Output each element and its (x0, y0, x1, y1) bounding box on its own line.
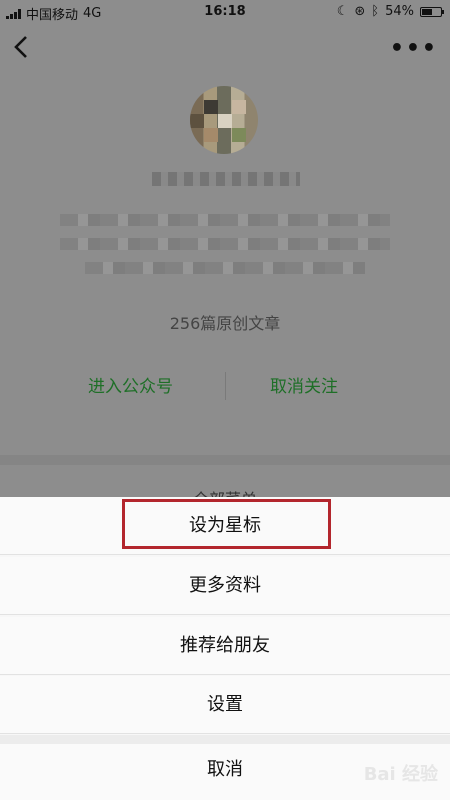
actions-divider (225, 372, 226, 400)
articles-count: 256篇原创文章 (169, 314, 281, 333)
enter-account-link[interactable]: 进入公众号 (88, 372, 173, 397)
settings-button[interactable]: 设置 (0, 676, 450, 734)
avatar (190, 86, 258, 154)
description-blurred-line (60, 214, 390, 226)
profile-actions: 进入公众号 取消关注 (0, 372, 450, 400)
back-icon[interactable] (10, 34, 32, 60)
moon-icon: ☾ (336, 4, 349, 19)
unfollow-link[interactable]: 取消关注 (270, 372, 338, 397)
sheet-gap (0, 735, 450, 744)
bluetooth-icon: ᛒ (371, 4, 380, 19)
battery-icon (420, 6, 444, 17)
section-separator (0, 455, 450, 465)
more-info-button[interactable]: 更多资料 (0, 557, 450, 615)
description-blurred-line (85, 262, 365, 274)
watermark-logo: Bai 经验 (363, 764, 438, 785)
battery-percent: 54% (385, 4, 414, 19)
recommend-to-friend-button[interactable]: 推荐给朋友 (0, 617, 450, 675)
highlight-box (122, 499, 331, 549)
description-blurred-line (60, 238, 390, 250)
status-bar: 中国移动 4G 16:18 ☾ ⊛ ᛒ 54% (0, 0, 450, 24)
status-right: ☾ ⊛ ᛒ 54% (336, 4, 444, 19)
account-name-blurred (152, 172, 300, 186)
more-options-icon[interactable]: ••• (390, 36, 438, 61)
lock-rotation-icon: ⊛ (354, 4, 366, 19)
